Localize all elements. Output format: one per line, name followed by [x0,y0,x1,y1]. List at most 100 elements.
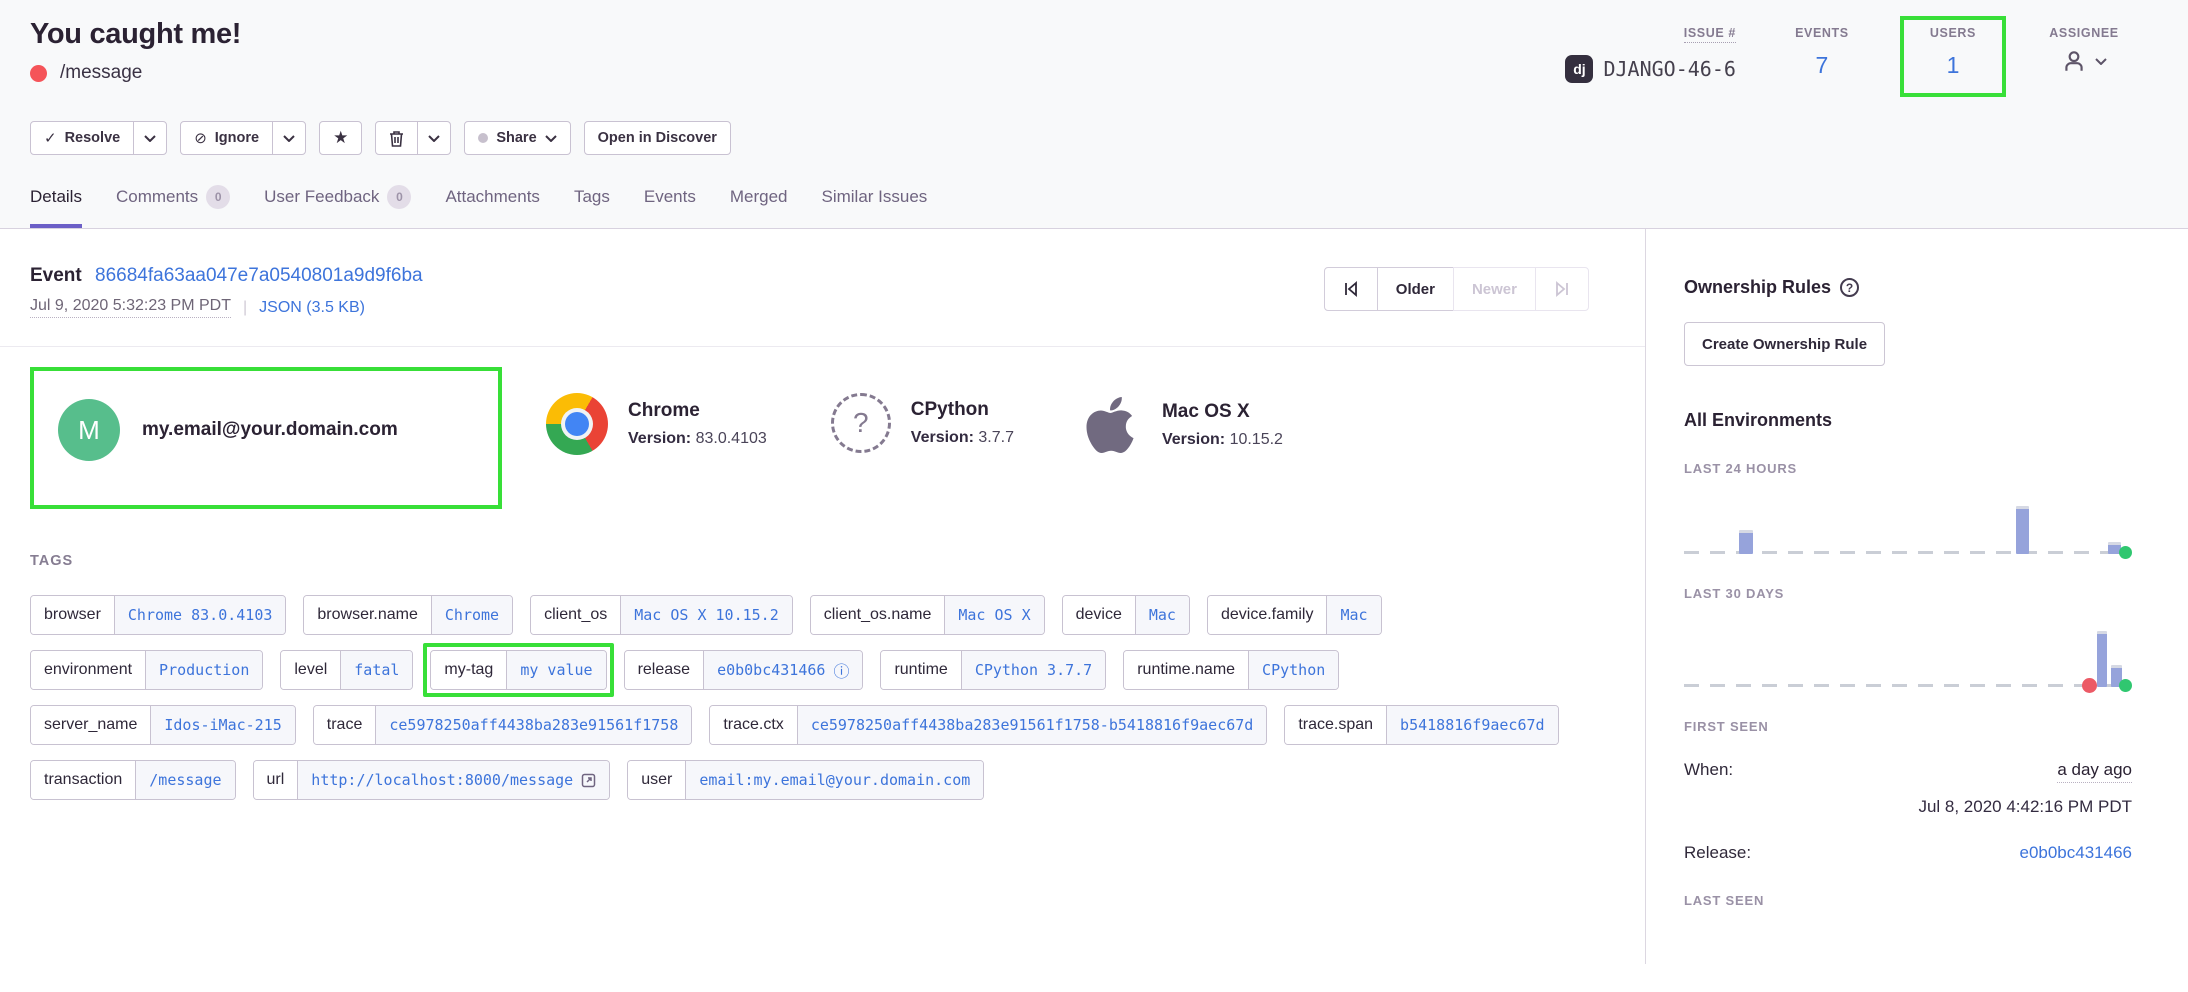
last-24-hours-label: LAST 24 HOURS [1684,461,2132,476]
tag-value-link[interactable]: e0b0bc431466ⓘ [703,651,862,689]
divider: | [243,299,247,317]
release-label: Release: [1684,843,1751,863]
spark-bar [2016,506,2029,554]
issue-title: You caught me! [30,18,241,51]
tag-value-link[interactable]: Mac [1135,596,1189,634]
error-level-dot [30,65,47,82]
tag-value-link[interactable]: Chrome [431,596,512,634]
user-avatar: M [58,399,120,461]
raw-json-link[interactable]: JSON (3.5 KB) [259,299,365,317]
browser-context-card: Chrome Version: 83.0.4103 [526,367,787,481]
tab-badge: 0 [387,185,411,209]
tags-heading: TAGS [30,553,1615,569]
older-event-button[interactable]: Older [1377,267,1454,311]
users-count-link[interactable]: 1 [1947,52,1960,79]
tag-value-link[interactable]: http://localhost:8000/message [297,761,609,799]
tag-pill-release: release e0b0bc431466ⓘ [624,650,864,690]
tab-details[interactable]: Details [30,185,82,228]
tag-pill-level: level fatal [280,650,413,690]
issue-header: You caught me! /message ISSUE # dj DJANG… [0,0,2188,229]
question-circle-icon: ? [831,393,891,453]
last-seen-label: LAST SEEN [1684,893,2132,908]
tag-key: trace [314,706,376,744]
delete-dropdown-button[interactable] [417,121,451,155]
star-icon: ★ [333,128,348,148]
user-context-card-annotated[interactable]: M my.email@your.domain.com [30,367,502,509]
oldest-event-button[interactable] [1324,267,1378,311]
chrome-icon [546,393,608,455]
resolve-button[interactable]: ✓ Resolve [30,121,134,155]
tag-value-link[interactable]: fatal [340,651,412,689]
assignee-dropdown[interactable] [2061,48,2107,74]
tag-value-link[interactable]: Mac OS X 10.15.2 [620,596,792,634]
when-label: When: [1684,760,1733,780]
tag-value-link[interactable]: ce5978250aff4438ba283e91561f1758 [375,706,691,744]
open-in-discover-button[interactable]: Open in Discover [584,121,731,155]
first-seen-release-link[interactable]: e0b0bc431466 [2019,843,2132,863]
tab-attachments[interactable]: Attachments [445,185,540,228]
events-count-link[interactable]: 7 [1816,52,1829,79]
tag-value-link[interactable]: email:my.email@your.domain.com [685,761,983,799]
context-summary: M my.email@your.domain.com Chrome Versio… [0,347,1645,519]
create-ownership-rule-button[interactable]: Create Ownership Rule [1684,322,1885,366]
browser-version: 83.0.4103 [696,430,767,447]
user-email: my.email@your.domain.com [142,419,398,441]
tag-key: url [254,761,298,799]
skip-forward-icon [1554,281,1570,297]
first-seen-label: FIRST SEEN [1684,719,2132,734]
user-silhouette-icon [2061,48,2087,74]
latest-dot [2119,546,2132,559]
circle-slash-icon: ⊘ [194,129,207,147]
tab-events[interactable]: Events [644,185,696,228]
event-label: Event [30,265,82,286]
tab-comments[interactable]: Comments 0 [116,185,230,228]
tag-pill-trace.ctx: trace.ctx ce5978250aff4438ba283e91561f17… [709,705,1267,745]
tag-value-link[interactable]: /message [135,761,234,799]
tab-merged[interactable]: Merged [730,185,788,228]
tab-badge: 0 [206,185,230,209]
first-seen-relative: a day ago [2057,760,2132,783]
issue-sidebar: Ownership Rules ? Create Ownership Rule … [1645,229,2188,964]
spark-bar [2097,631,2108,687]
tag-value-link[interactable]: CPython 3.7.7 [961,651,1105,689]
annotation-box: my-tag my value [423,643,613,697]
help-icon[interactable]: ? [1840,278,1859,297]
tab-user-feedback[interactable]: User Feedback 0 [264,185,411,228]
tag-pill-runtime: runtime CPython 3.7.7 [880,650,1106,690]
tag-value-link[interactable]: ce5978250aff4438ba283e91561f1758-b541881… [797,706,1267,744]
spark-bar [1739,530,1752,554]
resolve-dropdown-button[interactable] [133,121,167,155]
ignore-button[interactable]: ⊘ Ignore [180,121,273,155]
tag-key: browser [31,596,114,634]
tag-value-link[interactable]: Production [145,651,262,689]
browser-name: Chrome [628,400,767,422]
stat-users-annotated: USERS 1 [1900,16,2006,97]
tag-value-link[interactable]: CPython [1248,651,1338,689]
tag-key: level [281,651,340,689]
tag-value-link[interactable]: Mac [1326,596,1380,634]
tab-tags[interactable]: Tags [574,185,610,228]
sparkline-baseline [1684,684,2126,687]
tag-key: device.family [1208,596,1326,634]
tag-key: trace.ctx [710,706,796,744]
ignore-dropdown-button[interactable] [272,121,306,155]
django-project-icon: dj [1565,55,1593,83]
checkmark-icon: ✓ [44,129,57,147]
bookmark-star-button[interactable]: ★ [319,121,362,155]
delete-button[interactable] [375,121,418,155]
tag-key: runtime.name [1124,651,1248,689]
tag-pill-trace: trace ce5978250aff4438ba283e91561f1758 [313,705,693,745]
tag-value-link[interactable]: Idos-iMac-215 [150,706,294,744]
tag-value-link[interactable]: Chrome 83.0.4103 [114,596,286,634]
tag-value-link[interactable]: my value [506,651,605,689]
tag-pill-url: url http://localhost:8000/message [253,760,611,800]
tag-value-link[interactable]: b5418816f9aec67d [1386,706,1558,744]
tag-value-link[interactable]: Mac OS X [944,596,1043,634]
event-id-link[interactable]: 86684fa63aa047e7a0540801a9d9f6ba [95,265,423,286]
share-button[interactable]: Share [464,121,570,155]
chevron-down-icon [545,135,557,142]
info-icon[interactable]: ⓘ [833,658,849,682]
tab-similar-issues[interactable]: Similar Issues [821,185,927,228]
os-name: Mac OS X [1162,401,1283,423]
tag-pill-device: device Mac [1062,595,1190,635]
